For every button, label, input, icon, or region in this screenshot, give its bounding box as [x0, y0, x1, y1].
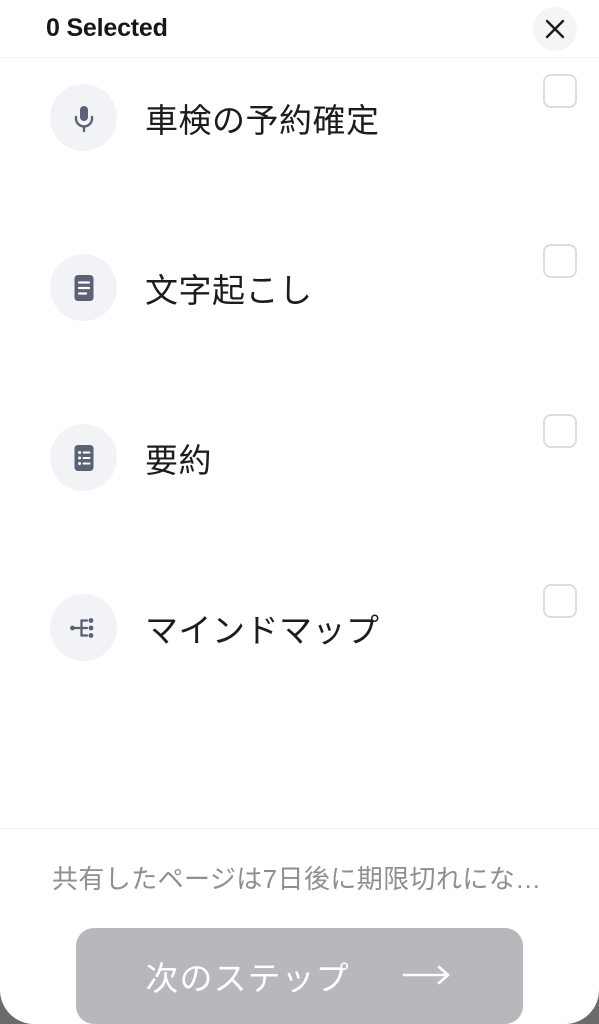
list-item[interactable]: マインドマップ: [0, 578, 599, 748]
mind-map-icon: [50, 594, 117, 661]
summary-list-icon: [50, 424, 117, 491]
next-step-button[interactable]: 次のステップ: [76, 928, 523, 1024]
list-item[interactable]: 文字起こし: [0, 238, 599, 408]
close-icon: [544, 18, 566, 40]
list-item[interactable]: 車検の予約確定: [0, 68, 599, 238]
transcript-document-icon: [50, 254, 117, 321]
list-item-checkbox[interactable]: [543, 244, 577, 278]
arrow-right-icon: [402, 964, 454, 989]
close-button[interactable]: [533, 6, 577, 51]
list-item[interactable]: 要約: [0, 408, 599, 578]
list-item-checkbox[interactable]: [543, 584, 577, 618]
sheet-footer: 共有したページは7日後に期限切れにな… 次のステップ: [0, 828, 599, 1024]
list-item-label: 車検の予約確定: [145, 101, 380, 139]
list-item-label: 文字起こし: [145, 271, 313, 309]
list-item-checkbox[interactable]: [543, 414, 577, 448]
sheet-header: 0 Selected: [0, 0, 599, 58]
list-item-label: 要約: [145, 441, 212, 479]
page-title: 0 Selected: [46, 14, 168, 42]
list-item-checkbox[interactable]: [543, 74, 577, 108]
list-item-label: マインドマップ: [145, 611, 380, 649]
microphone-icon: [50, 84, 117, 151]
expiry-note: 共有したページは7日後に期限切れにな…: [52, 864, 542, 894]
bottom-sheet: 0 Selected 車検の予約確定 文字起こし 要約 マインドマップ 共有した…: [0, 0, 599, 1024]
next-step-label: 次のステップ: [145, 960, 350, 997]
option-list: 車検の予約確定 文字起こし 要約 マインドマップ: [0, 58, 599, 828]
